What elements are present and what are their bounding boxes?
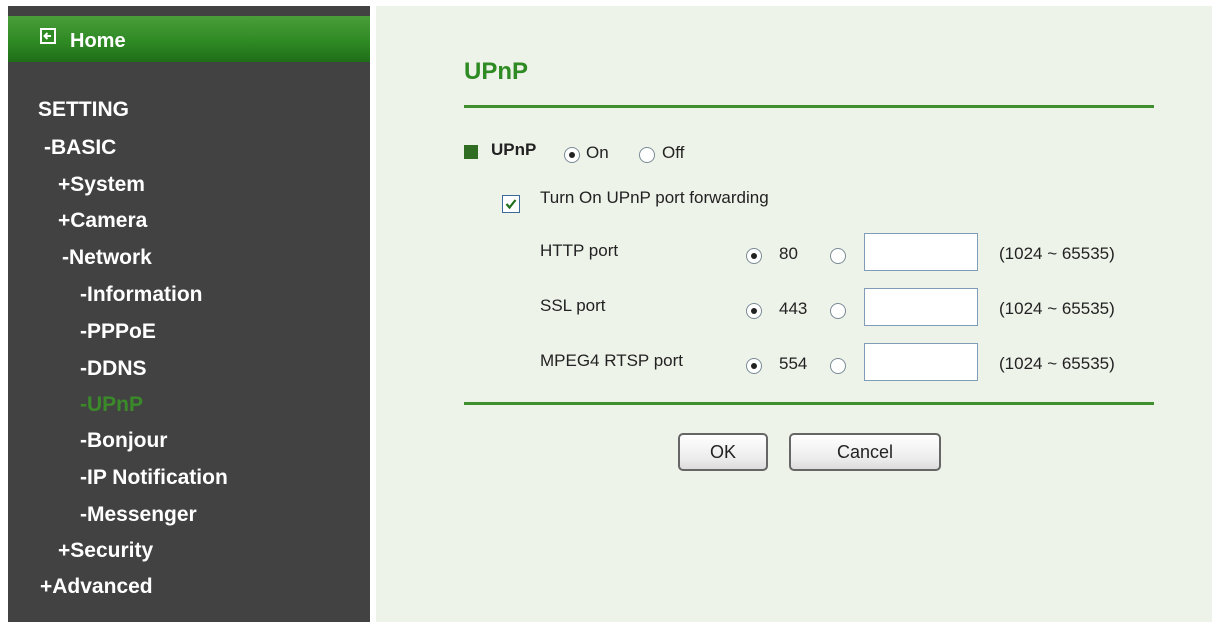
ssl-port-custom-radio[interactable] xyxy=(830,303,846,319)
sidebar-item-messenger[interactable]: -Messenger xyxy=(80,503,197,527)
ssl-port-label: SSL port xyxy=(540,296,606,315)
title-divider xyxy=(464,105,1154,108)
sidebar-item-network[interactable]: -Network xyxy=(62,246,152,270)
port-forwarding-checkbox[interactable] xyxy=(502,195,520,213)
sidebar-item-security[interactable]: +Security xyxy=(58,539,153,563)
http-port-label: HTTP port xyxy=(540,241,619,260)
sidebar-item-system[interactable]: +System xyxy=(58,173,145,197)
rtsp-port-default-value: 554 xyxy=(779,354,808,373)
http-port-custom-radio[interactable] xyxy=(830,248,846,264)
upnp-on-radio[interactable] xyxy=(564,147,580,163)
rtsp-port-default-radio[interactable] xyxy=(746,358,762,374)
upnp-label: UPnP xyxy=(491,140,537,159)
sidebar-item-upnp[interactable]: -UPnP xyxy=(80,393,143,417)
rtsp-port-label: MPEG4 RTSP port xyxy=(540,351,683,370)
rtsp-port-input[interactable] xyxy=(864,343,978,381)
sidebar-item-pppoe[interactable]: -PPPoE xyxy=(80,320,156,344)
upnp-on-label: On xyxy=(586,143,609,162)
home-link[interactable]: Home xyxy=(8,16,370,62)
sidebar-item-ip-notification[interactable]: -IP Notification xyxy=(80,466,228,490)
back-arrow-icon xyxy=(40,28,56,44)
http-port-range: (1024 ~ 65535) xyxy=(999,244,1115,263)
sidebar-item-information[interactable]: -Information xyxy=(80,283,202,307)
form-divider xyxy=(464,402,1154,405)
ssl-port-input[interactable] xyxy=(864,288,978,326)
ssl-port-range: (1024 ~ 65535) xyxy=(999,299,1115,318)
ok-button[interactable]: OK xyxy=(678,433,768,471)
upnp-off-label: Off xyxy=(662,143,685,162)
sidebar-heading-setting: SETTING xyxy=(38,98,130,121)
home-label: Home xyxy=(70,30,126,52)
sidebar-item-advanced[interactable]: +Advanced xyxy=(40,575,153,599)
section-bullet-icon xyxy=(464,145,478,159)
rtsp-port-range: (1024 ~ 65535) xyxy=(999,354,1115,373)
sidebar-item-bonjour[interactable]: -Bonjour xyxy=(80,429,167,453)
sidebar-item-ddns[interactable]: -DDNS xyxy=(80,357,147,381)
ssl-port-default-radio[interactable] xyxy=(746,303,762,319)
sidebar-item-basic[interactable]: -BASIC xyxy=(44,136,116,160)
http-port-default-radio[interactable] xyxy=(746,248,762,264)
http-port-input[interactable] xyxy=(864,233,978,271)
http-port-default-value: 80 xyxy=(779,244,798,263)
main-panel: UPnP UPnP On Off Turn On UPnP port forwa… xyxy=(376,6,1212,622)
sidebar-item-camera[interactable]: +Camera xyxy=(58,209,147,233)
cancel-button[interactable]: Cancel xyxy=(789,433,941,471)
rtsp-port-custom-radio[interactable] xyxy=(830,358,846,374)
page-title: UPnP xyxy=(464,58,529,85)
port-forwarding-label: Turn On UPnP port forwarding xyxy=(540,188,769,207)
upnp-off-radio[interactable] xyxy=(639,147,655,163)
ssl-port-default-value: 443 xyxy=(779,299,808,318)
sidebar: Home SETTING -BASIC +System +Camera -Net… xyxy=(8,6,370,622)
